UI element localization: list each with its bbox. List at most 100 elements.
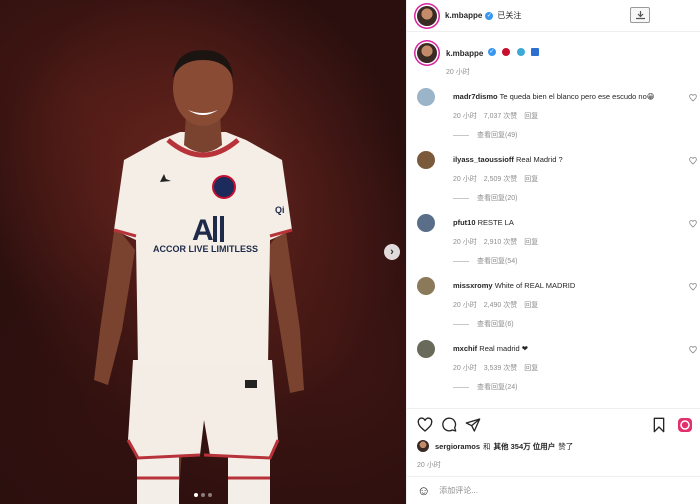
post-time: 20 小时 (417, 462, 441, 469)
player-photo: A ACCOR LIVE LIMITLESS Qi (94, 50, 304, 504)
comment-button[interactable] (441, 417, 457, 433)
comment-likes[interactable]: 2,910 次赞 (484, 239, 517, 246)
comment-likes[interactable]: 3,539 次赞 (484, 365, 517, 372)
likes-connector: 和 (483, 441, 491, 451)
extension-button[interactable] (677, 417, 693, 433)
comment-text: Real Madrid ? (515, 155, 563, 164)
comment-text-line: pfut10 RESTE LA (453, 218, 514, 227)
view-replies-label: 查看回复(6) (477, 321, 514, 328)
extension-icon (678, 418, 692, 432)
svg-text:A: A (192, 214, 214, 247)
post-sidebar: k.mbappe ✓ 已关注 k.mbappe ✓ 20 小时 madr7dis… (406, 0, 700, 504)
comment-like-button[interactable] (689, 157, 697, 167)
comment-like-button[interactable] (689, 220, 697, 230)
view-replies-button[interactable]: 查看回复(54) (453, 256, 517, 266)
reply-button[interactable]: 回复 (524, 239, 538, 246)
svg-text:Qi: Qi (275, 205, 285, 215)
commenter-username[interactable]: madr7dismo (453, 92, 498, 101)
like-button[interactable] (417, 417, 433, 433)
save-button[interactable] (651, 417, 667, 433)
replies-line (453, 260, 469, 262)
liker-avatar[interactable] (417, 440, 429, 452)
replies-line (453, 323, 469, 325)
commenter-username[interactable]: mxchif (453, 344, 477, 353)
comment-like-button[interactable] (689, 94, 697, 104)
reply-button[interactable]: 回复 (524, 302, 538, 309)
svg-text:ACCOR LIVE LIMITLESS: ACCOR LIVE LIMITLESS (153, 244, 258, 254)
author-username[interactable]: k.mbappe (445, 11, 482, 20)
replies-line (453, 197, 469, 199)
share-button[interactable] (465, 417, 481, 433)
commenter-avatar[interactable] (417, 151, 435, 169)
heart-icon (417, 417, 433, 432)
commenter-avatar[interactable] (417, 340, 435, 358)
reply-button[interactable]: 回复 (524, 113, 538, 120)
smile-icon[interactable]: ☺ (417, 483, 430, 498)
reply-button[interactable]: 回复 (524, 176, 538, 183)
follow-status[interactable]: 已关注 (497, 10, 521, 21)
comment-meta: 20 小时 3,539 次赞 回复 (453, 363, 545, 373)
comment-like-button[interactable] (689, 283, 697, 293)
comment-text-line: mxchif Real madrid ❤ (453, 344, 528, 353)
view-replies-button[interactable]: 查看回复(20) (453, 193, 517, 203)
comment-text: RESTE LA (477, 218, 514, 227)
download-icon (635, 11, 645, 20)
view-replies-button[interactable]: 查看回复(24) (453, 382, 517, 392)
action-bar (407, 408, 700, 438)
comment-like-button[interactable] (689, 346, 697, 356)
heart-icon (689, 283, 697, 291)
comment-meta: 20 小时 2,910 次赞 回复 (453, 237, 545, 247)
carousel-dot (194, 493, 198, 497)
commenter-username[interactable]: pfut10 (453, 218, 476, 227)
replies-line (453, 134, 469, 136)
emoji-blue-circle-icon (516, 47, 525, 56)
caption-time: 20 小时 (446, 69, 470, 76)
heart-icon (689, 94, 697, 102)
next-image-button[interactable]: › (384, 244, 400, 260)
post-viewer: A ACCOR LIVE LIMITLESS Qi › k.mbappe ✓ 已… (0, 0, 700, 504)
chevron-right-icon: › (390, 246, 394, 258)
post-image[interactable]: A ACCOR LIVE LIMITLESS Qi › (0, 0, 406, 504)
comments-list: k.mbappe ✓ 20 小时 madr7dismo Te queda bie… (407, 33, 700, 408)
send-icon (465, 418, 481, 432)
caption: k.mbappe ✓ 20 小时 (417, 43, 540, 77)
commenter-avatar[interactable] (417, 88, 435, 106)
commenter-avatar[interactable] (417, 277, 435, 295)
comment-likes[interactable]: 2,509 次赞 (484, 176, 517, 183)
commenter-avatar[interactable] (417, 214, 435, 232)
comment-likes[interactable]: 2,490 次赞 (484, 302, 517, 309)
comment-text-line: ilyass_taoussioff Real Madrid ? (453, 155, 563, 164)
view-replies-label: 查看回复(20) (477, 195, 518, 202)
verified-icon: ✓ (485, 11, 494, 20)
likes-summary: sergioramos 和 其他 354万 位用户 赞了 (417, 440, 573, 452)
comment-time: 20 小时 (453, 239, 477, 246)
author-avatar[interactable] (417, 5, 437, 26)
comment-meta: 20 小时 7,037 次赞 回复 (453, 111, 545, 121)
commenter-username[interactable]: ilyass_taoussioff (453, 155, 514, 164)
download-button[interactable] (630, 7, 650, 23)
add-comment-bar: ☺ (407, 476, 700, 504)
comment-likes[interactable]: 7,037 次赞 (484, 113, 517, 120)
likes-count[interactable]: 其他 354万 位用户 (494, 441, 556, 452)
author-avatar[interactable] (417, 43, 437, 63)
replies-line (453, 386, 469, 388)
reply-button[interactable]: 回复 (524, 365, 538, 372)
heart-icon (689, 346, 697, 354)
heart-icon (689, 220, 697, 228)
view-replies-label: 查看回复(24) (477, 384, 518, 391)
caption-username[interactable]: k.mbappe (446, 49, 483, 58)
comment-text-line: missxromy White of REAL MADRID (453, 281, 575, 290)
view-replies-button[interactable]: 查看回复(6) (453, 319, 514, 329)
comment-text-line: madr7dismo Te queda bien el blanco pero … (453, 92, 655, 101)
comment-input[interactable] (439, 486, 640, 495)
view-replies-label: 查看回复(54) (477, 258, 518, 265)
comment-text: Te queda bien el blanco pero ese escudo … (499, 92, 655, 101)
commenter-username[interactable]: missxromy (453, 281, 493, 290)
emoji-flag-icon (531, 47, 540, 56)
view-replies-button[interactable]: 查看回复(49) (453, 130, 517, 140)
comment-time: 20 小时 (453, 365, 477, 372)
post-header: k.mbappe ✓ 已关注 (407, 0, 700, 32)
comment-time: 20 小时 (453, 113, 477, 120)
liker-username[interactable]: sergioramos (435, 442, 480, 451)
verified-icon: ✓ (487, 47, 496, 56)
